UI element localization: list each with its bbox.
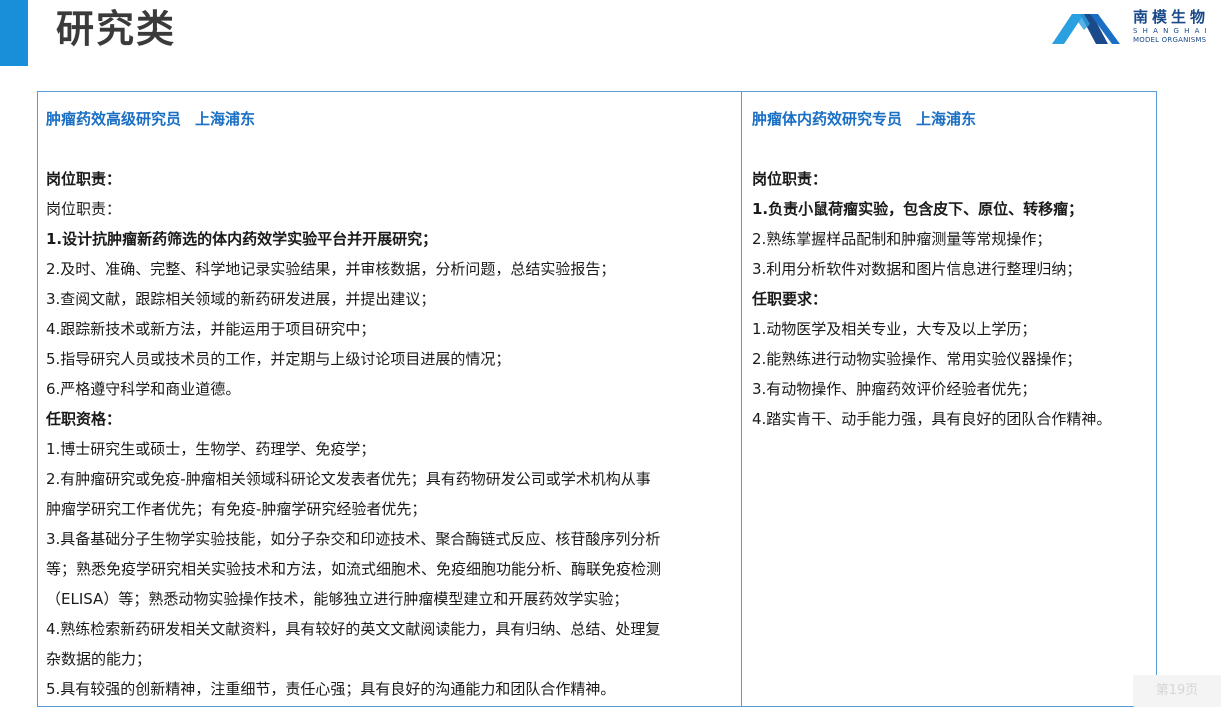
column-divider xyxy=(741,92,742,706)
job-title: 肿瘤药效高级研究员 xyxy=(46,110,182,128)
job-column-1: 肿瘤药效高级研究员 上海浦东 岗位职责： 岗位职责： 1.设计抗肿瘤新药筛选的体内药效… xyxy=(46,104,738,704)
description-line: 4.熟练检索新药研发相关文献资料，具有较好的英文文献阅读能力，具有归纳、总结、处… xyxy=(46,620,661,638)
description-line: 3.有动物操作、肿瘤药效评价经验者优先； xyxy=(752,380,1037,398)
description-line: 1.负责小鼠荷瘤实验，包含皮下、原位、转移瘤； xyxy=(752,200,1084,218)
job-title-row: 肿瘤体内药效研究专员 上海浦东 xyxy=(752,104,1152,134)
job-column-2: 肿瘤体内药效研究专员 上海浦东 岗位职责： 1.负责小鼠荷瘤实验，包含皮下、原位、转… xyxy=(752,104,1152,434)
section-heading: 任职资格： xyxy=(46,410,122,428)
job-title: 肿瘤体内药效研究专员 xyxy=(752,110,903,128)
description-line: 2.能熟练进行动物实验操作、常用实验仪器操作； xyxy=(752,350,1082,368)
description-line: 5.指导研究人员或技术员的工作，并定期与上级讨论项目进展的情况； xyxy=(46,350,511,368)
description-line: 3.查阅文献，跟踪相关领域的新药研发进展，并提出建议； xyxy=(46,290,436,308)
logo-name-en-1: SHANGHAI xyxy=(1133,27,1212,35)
section-heading: 岗位职责： xyxy=(752,170,828,188)
description-line: 4.跟踪新技术或新方法，并能运用于项目研究中； xyxy=(46,320,376,338)
description-line: 1.设计抗肿瘤新药筛选的体内药效学实验平台并开展研究； xyxy=(46,230,438,248)
job-description: 岗位职责： 岗位职责： 1.设计抗肿瘤新药筛选的体内药效学实验平台并开展研究； 2.及… xyxy=(46,164,738,704)
description-line: 1.博士研究生或硕士，生物学、药理学、免疫学； xyxy=(46,440,376,458)
description-line: 岗位职责： xyxy=(46,200,122,218)
description-line: 6.严格遵守科学和商业道德。 xyxy=(46,380,241,398)
company-logo: 南模生物 SHANGHAI MODEL ORGANISMS xyxy=(1050,8,1218,48)
logo-name-en-2: MODEL ORGANISMS xyxy=(1133,36,1207,44)
description-line: 3.利用分析软件对数据和图片信息进行整理归纳； xyxy=(752,260,1082,278)
description-line: 4.踏实肯干、动手能力强，具有良好的团队合作精神。 xyxy=(752,410,1112,428)
job-description: 岗位职责： 1.负责小鼠荷瘤实验，包含皮下、原位、转移瘤； 2.熟练掌握样品配制和肿… xyxy=(752,164,1152,434)
description-line: 2.及时、准确、完整、科学地记录实验结果，并审核数据，分析问题，总结实验报告； xyxy=(46,260,616,278)
section-heading: 岗位职责： xyxy=(46,170,122,188)
page-number: 第19页 xyxy=(1133,675,1221,707)
mountain-logo-icon xyxy=(1052,14,1120,44)
description-line: 3.具备基础分子生物学实验技能，如分子杂交和印迹技术、聚合酶链式反应、核苷酸序列… xyxy=(46,530,661,548)
job-location: 上海浦东 xyxy=(195,110,256,128)
description-line: 2.熟练掌握样品配制和肿瘤测量等常规操作； xyxy=(752,230,1052,248)
job-location: 上海浦东 xyxy=(916,110,977,128)
description-line: 2.有肿瘤研究或免疫-肿瘤相关领域科研论文发表者优先；具有药物研发公司或学术机构… xyxy=(46,470,651,488)
logo-name-cn: 南模生物 xyxy=(1133,8,1210,26)
section-heading: 任职要求： xyxy=(752,290,828,308)
description-line: 1.动物医学及相关专业，大专及以上学历； xyxy=(752,320,1037,338)
description-line: 等；熟悉免疫学研究相关实验技术和方法，如流式细胞术、免疫细胞功能分析、酶联免疫检… xyxy=(46,560,662,578)
description-line: 5.具有较强的创新精神，注重细节，责任心强；具有良好的沟通能力和团队合作精神。 xyxy=(46,680,616,698)
title-accent-bar xyxy=(0,0,28,66)
job-title-row: 肿瘤药效高级研究员 上海浦东 xyxy=(46,104,738,134)
job-table: 肿瘤药效高级研究员 上海浦东 岗位职责： 岗位职责： 1.设计抗肿瘤新药筛选的体内药效… xyxy=(37,91,1157,707)
description-line: 杂数据的能力； xyxy=(46,650,152,668)
page-title: 研究类 xyxy=(56,7,177,51)
description-line: 肿瘤学研究工作者优先；有免疫-肿瘤学研究经验者优先； xyxy=(46,500,427,518)
description-line: （ELISA）等；熟悉动物实验操作技术，能够独立进行肿瘤模型建立和开展药效学实验… xyxy=(46,590,629,608)
